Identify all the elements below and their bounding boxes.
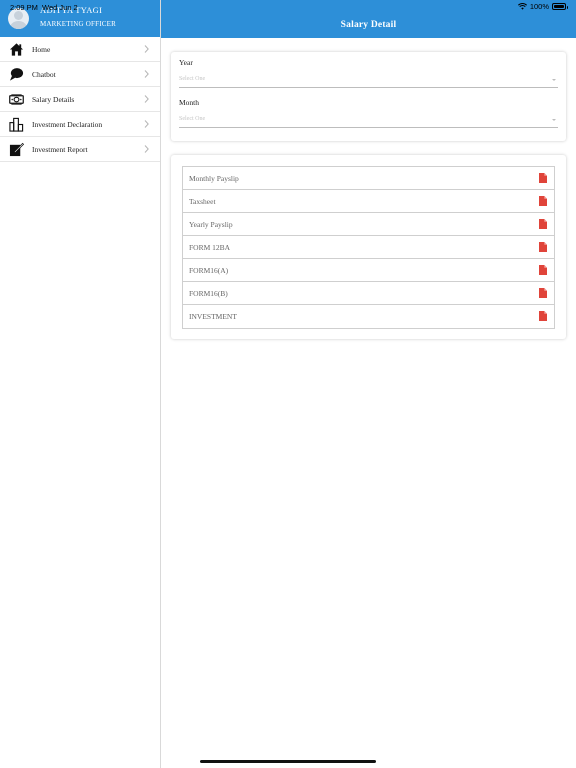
wifi-icon <box>517 3 527 10</box>
month-label: Month <box>179 98 200 107</box>
document-label: FORM 12BA <box>189 243 231 252</box>
sidebar-item-salary-details[interactable]: Salary Details <box>0 87 160 112</box>
sidebar-item-investment-report[interactable]: Investment Report <box>0 137 160 162</box>
document-label: FORM16(B) <box>189 289 228 298</box>
status-right: 100% <box>517 2 568 11</box>
chart-icon <box>9 117 24 132</box>
pdf-icon[interactable] <box>539 173 547 183</box>
document-row-form-12ba[interactable]: FORM 12BA <box>183 236 554 259</box>
status-bar: 2:09 PM Wed Jun 2 100% <box>0 0 576 14</box>
pdf-icon[interactable] <box>539 288 547 298</box>
month-select[interactable]: Select One <box>179 114 558 128</box>
year-select[interactable]: Select One <box>179 74 558 88</box>
caret-down-icon <box>552 79 556 81</box>
documents-list: Monthly Payslip Taxsheet Yearly Payslip … <box>182 166 555 329</box>
sidebar: ADITYA TYAGI MARKETING OFFICER Home Chat… <box>0 0 161 768</box>
home-icon <box>9 43 24 56</box>
sidebar-item-chatbot[interactable]: Chatbot <box>0 62 160 87</box>
sidebar-item-home[interactable]: Home <box>0 37 160 62</box>
caret-down-icon <box>552 119 556 121</box>
home-indicator[interactable] <box>200 760 376 763</box>
battery-percent: 100% <box>529 2 549 11</box>
chevron-right-icon <box>144 95 149 103</box>
chevron-right-icon <box>144 120 149 128</box>
chat-icon <box>9 68 24 81</box>
year-label: Year <box>179 58 193 67</box>
sidebar-item-label: Chatbot <box>32 70 56 79</box>
edit-icon <box>9 142 24 157</box>
document-row-taxsheet[interactable]: Taxsheet <box>183 190 554 213</box>
documents-card: Monthly Payslip Taxsheet Yearly Payslip … <box>171 155 566 339</box>
status-date: Wed Jun 2 <box>42 3 78 12</box>
document-label: INVESTMENT <box>189 312 237 321</box>
sidebar-item-label: Salary Details <box>32 95 75 104</box>
document-row-investment[interactable]: INVESTMENT <box>183 305 554 328</box>
document-row-yearly-payslip[interactable]: Yearly Payslip <box>183 213 554 236</box>
chevron-right-icon <box>144 145 149 153</box>
user-role: MARKETING OFFICER <box>40 20 116 28</box>
sidebar-item-label: Investment Declaration <box>32 120 103 129</box>
document-row-form16a[interactable]: FORM16(A) <box>183 259 554 282</box>
document-row-form16b[interactable]: FORM16(B) <box>183 282 554 305</box>
money-icon <box>9 94 24 105</box>
sidebar-item-investment-declaration[interactable]: Investment Declaration <box>0 112 160 137</box>
pdf-icon[interactable] <box>539 242 547 252</box>
document-label: Monthly Payslip <box>189 174 239 183</box>
document-label: Taxsheet <box>189 197 216 206</box>
page-title: Salary Detail <box>340 20 397 30</box>
pdf-icon[interactable] <box>539 219 547 229</box>
battery-icon <box>552 3 568 10</box>
chevron-right-icon <box>144 45 149 53</box>
status-time: 2:09 PM <box>10 3 38 12</box>
document-label: FORM16(A) <box>189 266 229 275</box>
sidebar-item-label: Investment Report <box>32 145 88 154</box>
pdf-icon[interactable] <box>539 265 547 275</box>
document-label: Yearly Payslip <box>189 220 233 229</box>
pdf-icon[interactable] <box>539 196 547 206</box>
document-row-monthly-payslip[interactable]: Monthly Payslip <box>183 167 554 190</box>
chevron-right-icon <box>144 70 149 78</box>
month-select-value: Select One <box>179 116 206 122</box>
pdf-icon[interactable] <box>539 311 547 321</box>
filter-card: Year Select One Month Select One <box>171 52 566 141</box>
year-select-value: Select One <box>179 76 206 82</box>
sidebar-item-label: Home <box>32 45 51 54</box>
